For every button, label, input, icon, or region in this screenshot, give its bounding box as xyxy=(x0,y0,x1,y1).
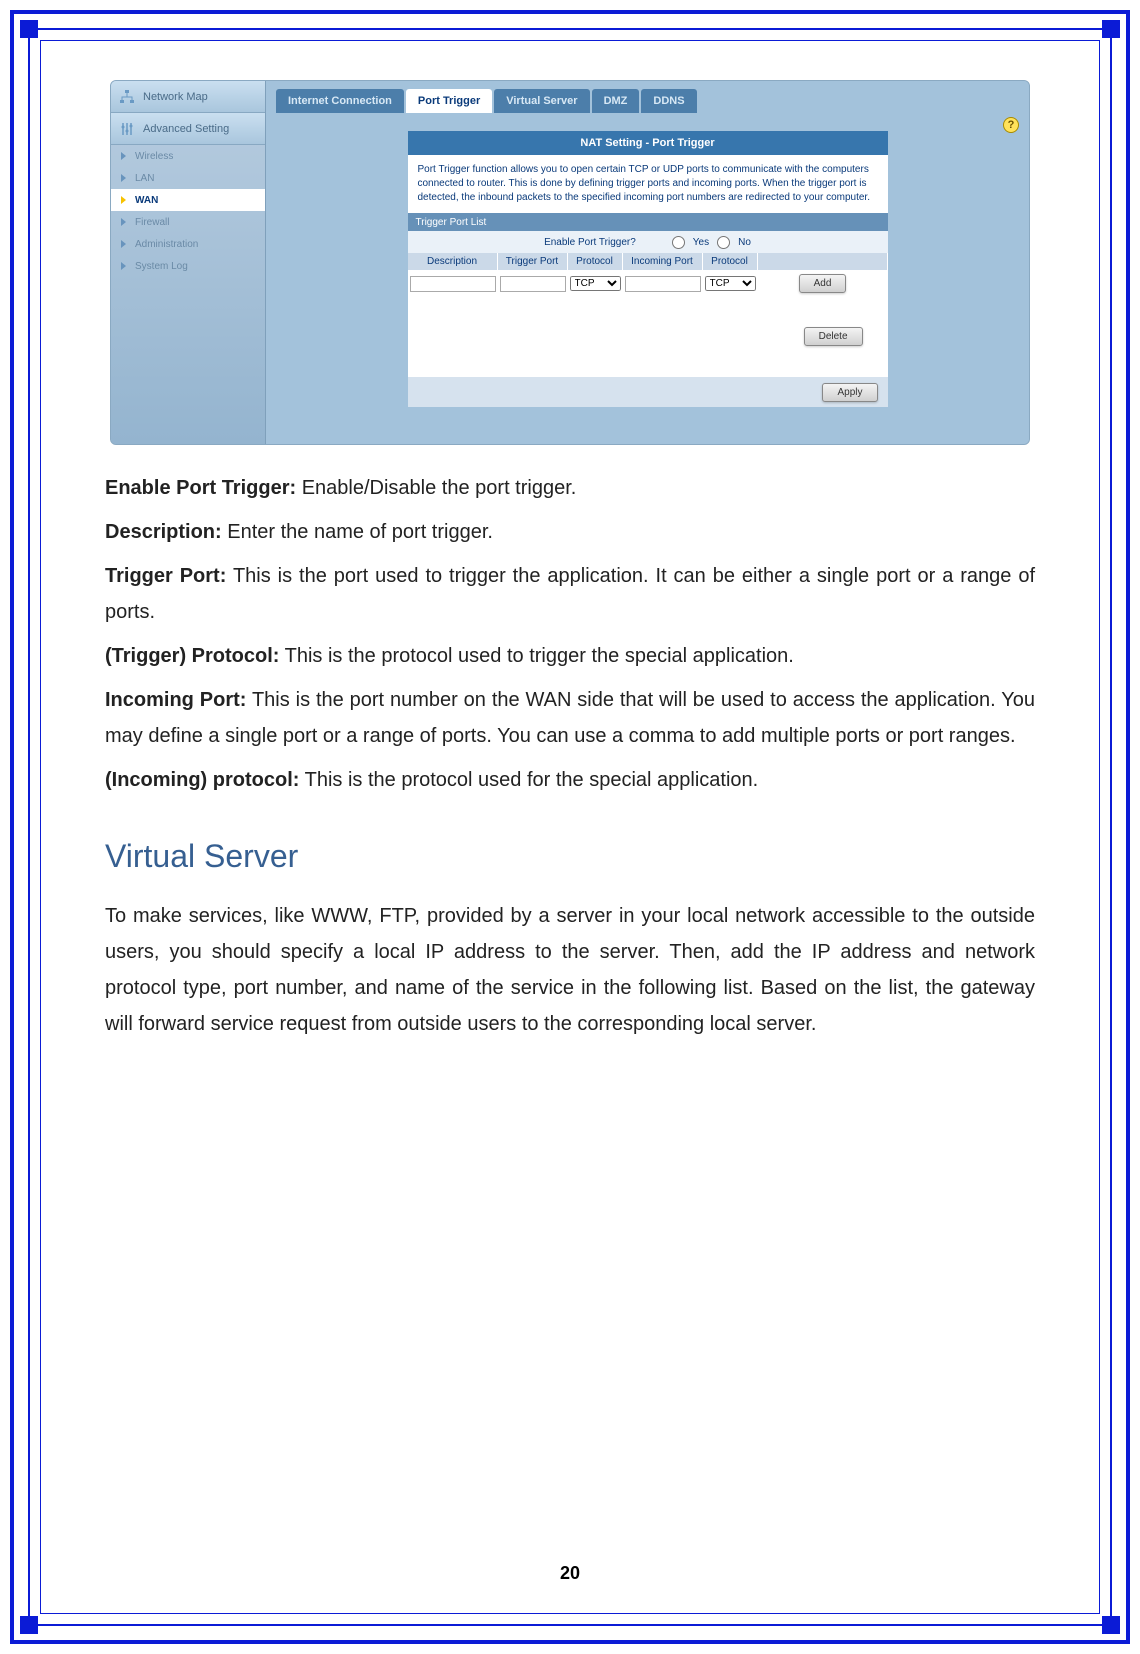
main-panel: Internet Connection Port Trigger Virtual… xyxy=(266,81,1029,444)
para-incoming-port: Incoming Port: This is the port number o… xyxy=(105,682,1035,754)
col-description: Description xyxy=(408,253,498,270)
intro-text: Port Trigger function allows you to open… xyxy=(408,155,888,213)
nav-advanced-setting[interactable]: Advanced Setting xyxy=(111,113,265,145)
settings-box: NAT Setting - Port Trigger Port Trigger … xyxy=(408,131,888,407)
para-incoming-protocol: (Incoming) protocol: This is the protoco… xyxy=(105,762,1035,798)
radio-no-label: No xyxy=(738,237,751,248)
para-description: Description: Enter the name of port trig… xyxy=(105,514,1035,550)
apply-button[interactable]: Apply xyxy=(822,383,877,402)
enable-row: Enable Port Trigger? Yes No xyxy=(408,231,888,253)
column-headers: Description Trigger Port Protocol Incomi… xyxy=(408,253,888,270)
add-button[interactable]: Add xyxy=(799,274,847,293)
col-trigger-port: Trigger Port xyxy=(498,253,568,270)
select-trigger-protocol[interactable]: TCP xyxy=(570,276,621,291)
tab-dmz[interactable]: DMZ xyxy=(592,89,640,113)
help-icon[interactable]: ? xyxy=(1003,117,1019,133)
menu-wireless[interactable]: Wireless xyxy=(111,145,265,167)
menu-lan[interactable]: LAN xyxy=(111,167,265,189)
para-enable: Enable Port Trigger: Enable/Disable the … xyxy=(105,470,1035,506)
radio-yes[interactable] xyxy=(672,236,685,249)
apply-row: Apply xyxy=(408,377,888,407)
input-incoming-port[interactable] xyxy=(625,276,701,292)
heading-virtual-server: Virtual Server xyxy=(105,828,1035,886)
section-title: NAT Setting - Port Trigger xyxy=(408,131,888,155)
tab-virtual-server[interactable]: Virtual Server xyxy=(494,89,589,113)
nav-panel: Network Map Advanced Setting Wireless LA… xyxy=(111,81,266,444)
delete-button[interactable]: Delete xyxy=(804,327,863,346)
nav-network-map-label: Network Map xyxy=(143,91,208,103)
input-description[interactable] xyxy=(410,276,496,292)
network-icon xyxy=(119,89,135,105)
tab-row: Internet Connection Port Trigger Virtual… xyxy=(276,89,1019,113)
para-virtual-server: To make services, like WWW, FTP, provide… xyxy=(105,898,1035,1042)
menu-administration[interactable]: Administration xyxy=(111,233,265,255)
settings-icon xyxy=(119,121,135,137)
page-number: 20 xyxy=(60,1563,1080,1584)
enable-label: Enable Port Trigger? xyxy=(544,237,636,248)
document-text: Enable Port Trigger: Enable/Disable the … xyxy=(105,470,1035,1042)
tab-ddns[interactable]: DDNS xyxy=(641,89,696,113)
menu-system-log[interactable]: System Log xyxy=(111,255,265,277)
nav-advanced-label: Advanced Setting xyxy=(143,123,229,135)
menu-firewall[interactable]: Firewall xyxy=(111,211,265,233)
col-trigger-protocol: Protocol xyxy=(568,253,623,270)
tab-port-trigger[interactable]: Port Trigger xyxy=(406,89,492,113)
para-trigger-protocol: (Trigger) Protocol: This is the protocol… xyxy=(105,638,1035,674)
input-row: TCP TCP Add xyxy=(408,270,888,297)
radio-no[interactable] xyxy=(717,236,730,249)
menu-wan[interactable]: WAN xyxy=(111,189,265,211)
col-incoming-protocol: Protocol xyxy=(703,253,758,270)
list-area: Delete xyxy=(408,297,888,377)
tab-internet-connection[interactable]: Internet Connection xyxy=(276,89,404,113)
radio-yes-label: Yes xyxy=(693,237,709,248)
nav-network-map[interactable]: Network Map xyxy=(111,81,265,113)
router-screenshot: Network Map Advanced Setting Wireless LA… xyxy=(110,80,1030,445)
trigger-port-list-header: Trigger Port List xyxy=(408,213,888,231)
para-trigger-port: Trigger Port: This is the port used to t… xyxy=(105,558,1035,630)
input-trigger-port[interactable] xyxy=(500,276,566,292)
col-incoming-port: Incoming Port xyxy=(623,253,703,270)
select-incoming-protocol[interactable]: TCP xyxy=(705,276,756,291)
